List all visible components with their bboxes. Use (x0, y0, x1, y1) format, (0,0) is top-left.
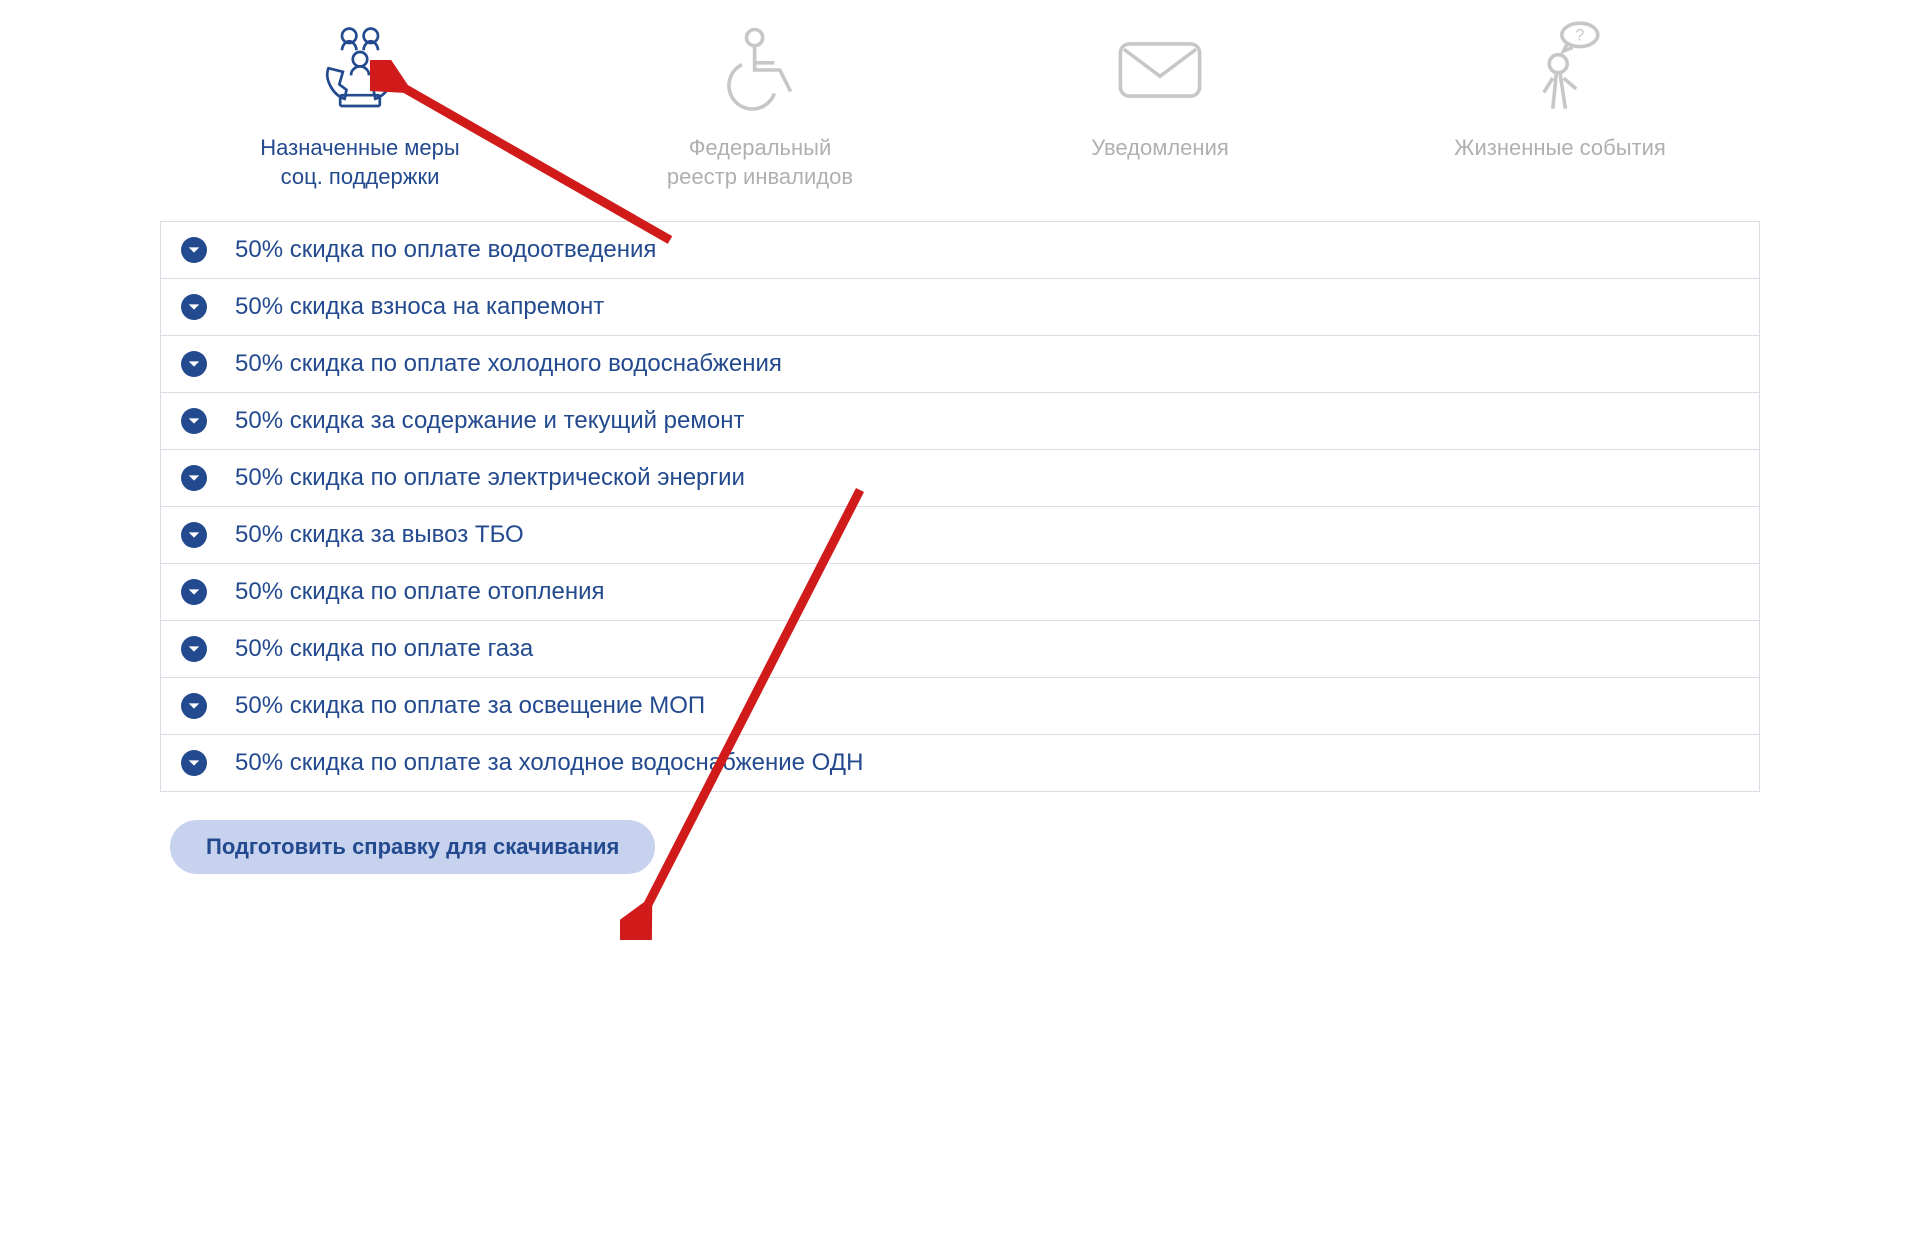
chevron-down-icon (181, 294, 207, 320)
list-item-label: 50% скидка взноса на капремонт (235, 293, 604, 321)
list-item-label: 50% скидка за содержание и текущий ремон… (235, 407, 744, 435)
list-item[interactable]: 50% скидка по оплате за холодное водосна… (161, 735, 1759, 791)
tabs-bar: Назначенные меры соц. поддержки Федераль… (160, 20, 1760, 221)
list-item-label: 50% скидка по оплате за освещение МОП (235, 692, 705, 720)
list-item[interactable]: 50% скидка по оплате газа (161, 621, 1759, 678)
list-item[interactable]: 50% скидка по оплате отопления (161, 564, 1759, 621)
chevron-down-icon (181, 579, 207, 605)
list-item[interactable]: 50% скидка по оплате холодного водоснабж… (161, 336, 1759, 393)
svg-text:?: ? (1575, 26, 1584, 44)
list-item-label: 50% скидка по оплате за холодное водосна… (235, 749, 863, 777)
tab-label: Федеральный реестр инвалидов (667, 134, 853, 191)
tab-notifications[interactable]: Уведомления (980, 20, 1340, 163)
list-item-label: 50% скидка по оплате электрической энерг… (235, 464, 745, 492)
chevron-down-icon (181, 465, 207, 491)
chevron-down-icon (181, 636, 207, 662)
chevron-down-icon (181, 351, 207, 377)
chevron-down-icon (181, 750, 207, 776)
envelope-icon (1115, 20, 1205, 120)
question-person-icon: ? (1515, 20, 1605, 120)
tab-disabled-registry[interactable]: Федеральный реестр инвалидов (580, 20, 940, 191)
list-item[interactable]: 50% скидка за вывоз ТБО (161, 507, 1759, 564)
prepare-certificate-button[interactable]: Подготовить справку для скачивания (170, 820, 655, 874)
list-item-label: 50% скидка по оплате отопления (235, 578, 604, 606)
tab-label: Уведомления (1091, 134, 1229, 163)
wheelchair-icon (715, 20, 805, 120)
chevron-down-icon (181, 237, 207, 263)
list-item[interactable]: 50% скидка взноса на капремонт (161, 279, 1759, 336)
list-item[interactable]: 50% скидка по оплате электрической энерг… (161, 450, 1759, 507)
list-item-label: 50% скидка за вывоз ТБО (235, 521, 524, 549)
chevron-down-icon (181, 693, 207, 719)
chevron-down-icon (181, 522, 207, 548)
list-item-label: 50% скидка по оплате холодного водоснабж… (235, 350, 782, 378)
list-item[interactable]: 50% скидка по оплате водоотведения (161, 222, 1759, 279)
tab-label: Назначенные меры соц. поддержки (260, 134, 459, 191)
list-item[interactable]: 50% скидка за содержание и текущий ремон… (161, 393, 1759, 450)
list-item-label: 50% скидка по оплате водоотведения (235, 236, 656, 264)
list-item-label: 50% скидка по оплате газа (235, 635, 533, 663)
tab-social-support[interactable]: Назначенные меры соц. поддержки (180, 20, 540, 191)
chevron-down-icon (181, 408, 207, 434)
tab-life-events[interactable]: ? Жизненные события (1380, 20, 1740, 163)
list-item[interactable]: 50% скидка по оплате за освещение МОП (161, 678, 1759, 735)
benefits-list: 50% скидка по оплате водоотведения 50% с… (160, 221, 1760, 792)
tab-label: Жизненные события (1454, 134, 1666, 163)
family-support-icon (315, 20, 405, 120)
